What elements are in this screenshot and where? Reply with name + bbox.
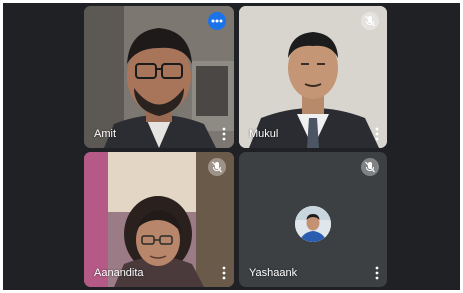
- more-options-icon[interactable]: [373, 266, 381, 280]
- more-horiz-icon[interactable]: [208, 12, 226, 30]
- more-options-icon[interactable]: [220, 266, 228, 280]
- participant-name: Yashaank: [249, 267, 298, 279]
- avatar: [295, 206, 331, 242]
- participant-name: Aanandita: [94, 267, 144, 279]
- more-options-icon[interactable]: [220, 127, 228, 141]
- participant-tile-amit[interactable]: Amit: [84, 6, 234, 148]
- participant-tile-aanandita[interactable]: Aanandita: [84, 152, 234, 287]
- participant-name: Mukul: [249, 128, 279, 140]
- participant-tile-mukul[interactable]: Mukul: [239, 6, 387, 148]
- mic-off-icon: [361, 12, 379, 30]
- mic-off-icon: [208, 158, 226, 176]
- video-call-grid: Amit Mukul Aanandita Yashaank: [3, 3, 460, 290]
- more-options-icon[interactable]: [373, 127, 381, 141]
- participant-name: Amit: [94, 128, 116, 140]
- participant-tile-yashaank[interactable]: Yashaank: [239, 152, 387, 287]
- mic-off-icon: [361, 158, 379, 176]
